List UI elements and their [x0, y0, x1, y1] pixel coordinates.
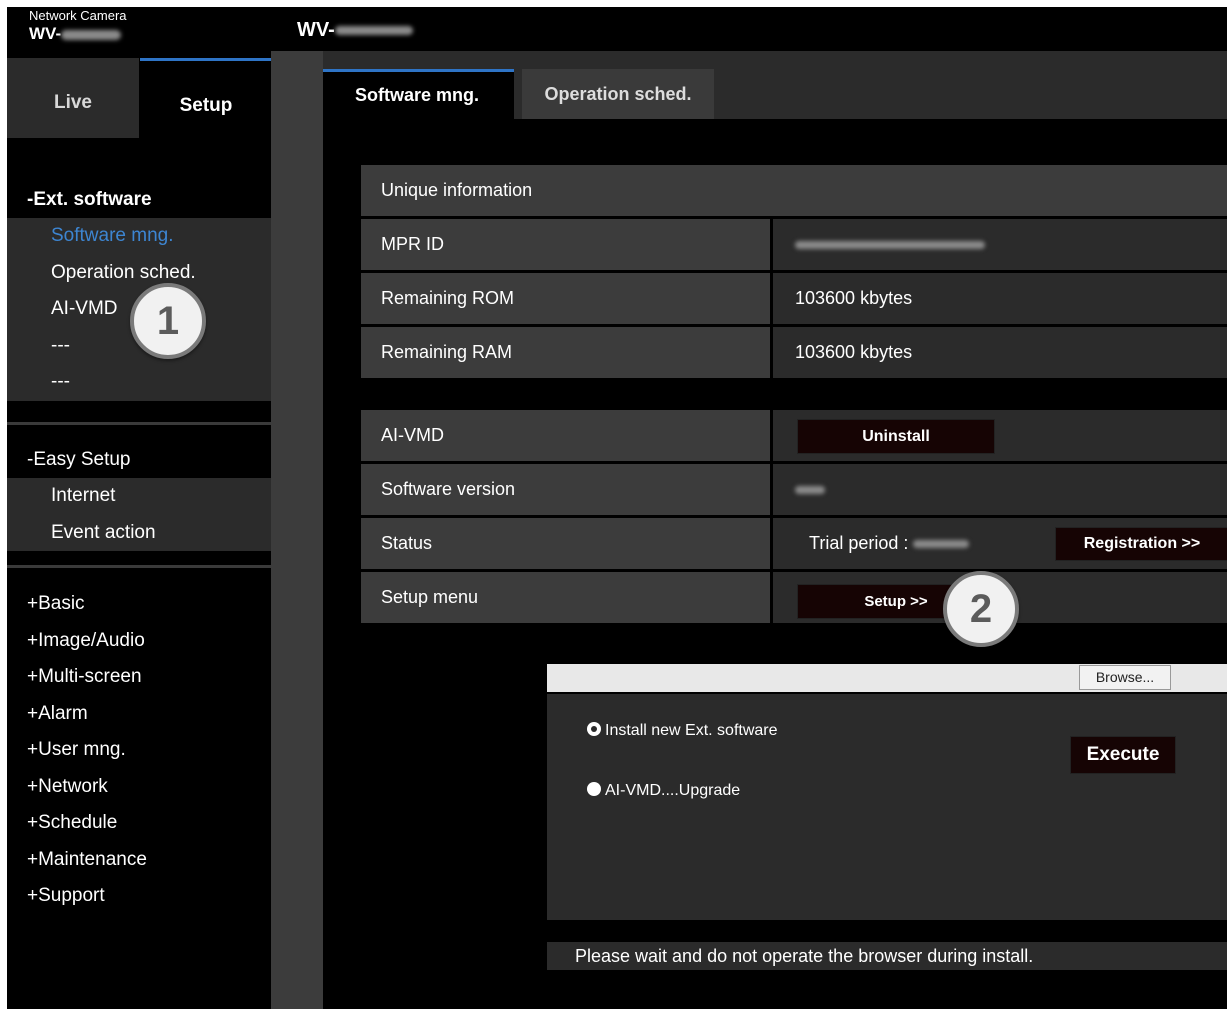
status-label: Status	[361, 518, 770, 569]
nav-software-mng[interactable]: Software mng.	[7, 218, 271, 255]
remaining-rom-row: Remaining ROM 103600 kbytes	[361, 273, 1227, 324]
tab-software-mng[interactable]: Software mng.	[323, 69, 514, 119]
camera-web-ui: Network Camera WV- WV- Live Setup -Ext. …	[7, 7, 1227, 1009]
easy-setup-section: -Easy Setup Internet Event action	[7, 442, 271, 551]
redacted-version	[795, 486, 825, 495]
easy-setup-heading[interactable]: -Easy Setup	[7, 442, 271, 478]
mode-tabs: Live Setup	[7, 58, 272, 138]
install-warning: Please wait and do not operate the brows…	[547, 942, 1227, 970]
uninstall-button[interactable]: Uninstall	[797, 419, 995, 454]
page-title: WV-	[297, 19, 413, 42]
tab-setup[interactable]: Setup	[140, 58, 272, 138]
remaining-ram-value: 103600 kbytes	[773, 327, 1227, 378]
nav-gutter	[271, 51, 323, 1009]
nav-support[interactable]: +Support	[27, 878, 105, 915]
tab-operation-sched[interactable]: Operation sched.	[522, 69, 714, 119]
mpr-id-row: MPR ID	[361, 219, 1227, 270]
redacted-trial-period	[913, 540, 970, 549]
nav-multi-screen[interactable]: +Multi-screen	[27, 659, 142, 696]
software-version-value	[773, 464, 1227, 515]
nav-user-mng[interactable]: +User mng.	[27, 732, 126, 769]
callout-2: 2	[943, 571, 1019, 647]
nav-placeholder-2[interactable]: ---	[7, 364, 271, 401]
header-left: Network Camera WV-	[7, 7, 271, 49]
main-panel: Software mng. Operation sched. Unique in…	[323, 51, 1227, 1009]
left-nav: Live Setup -Ext. software Software mng. …	[7, 51, 272, 1009]
radio-unselected-icon	[587, 782, 601, 796]
nav-internet[interactable]: Internet	[7, 478, 271, 515]
registration-button[interactable]: Registration >>	[1055, 527, 1227, 561]
nav-alarm[interactable]: +Alarm	[27, 696, 88, 733]
setup-menu-row: Setup menu	[361, 572, 1227, 623]
nav-schedule[interactable]: +Schedule	[27, 805, 117, 842]
app-name-label: AI-VMD	[361, 410, 770, 461]
redacted-mpr-id	[795, 241, 985, 250]
remaining-ram-row: Remaining RAM 103600 kbytes	[361, 327, 1227, 378]
nav-divider	[7, 565, 271, 568]
radio-selected-icon	[587, 722, 601, 736]
setup-menu-label: Setup menu	[361, 572, 770, 623]
tab-live[interactable]: Live	[7, 58, 139, 138]
execute-button[interactable]: Execute	[1070, 736, 1176, 774]
radio-upgrade[interactable]: AI-VMD....Upgrade	[587, 782, 740, 800]
ext-software-section: -Ext. software Software mng. Operation s…	[7, 182, 271, 401]
redacted-title	[334, 26, 413, 36]
nav-divider	[7, 422, 271, 425]
browse-button[interactable]: Browse...	[1079, 665, 1171, 690]
file-path-input[interactable]: Browse...	[547, 664, 1227, 692]
install-options-panel: Install new Ext. software AI-VMD....Upgr…	[547, 694, 1227, 920]
unique-info-heading: Unique information	[361, 165, 1227, 216]
radio-install-new[interactable]: Install new Ext. software	[587, 722, 778, 740]
ext-software-heading[interactable]: -Ext. software	[7, 182, 271, 218]
nav-basic[interactable]: +Basic	[27, 586, 85, 623]
content-tabs: Software mng. Operation sched.	[323, 51, 1227, 119]
remaining-rom-value: 103600 kbytes	[773, 273, 1227, 324]
remaining-rom-label: Remaining ROM	[361, 273, 770, 324]
mpr-id-label: MPR ID	[361, 219, 770, 270]
callout-1: 1	[130, 283, 206, 359]
model-name: WV-	[29, 24, 122, 44]
unique-info-header-row: Unique information	[361, 165, 1227, 216]
software-version-label: Software version	[361, 464, 770, 515]
software-version-row: Software version	[361, 464, 1227, 515]
product-type: Network Camera	[29, 8, 127, 23]
remaining-ram-label: Remaining RAM	[361, 327, 770, 378]
nav-maintenance[interactable]: +Maintenance	[27, 842, 147, 879]
nav-image-audio[interactable]: +Image/Audio	[27, 623, 145, 660]
redacted-model	[61, 29, 122, 40]
nav-event-action[interactable]: Event action	[7, 514, 271, 551]
mpr-id-value	[773, 219, 1227, 270]
nav-network[interactable]: +Network	[27, 769, 108, 806]
nav-operation-sched[interactable]: Operation sched.	[7, 254, 271, 291]
app-name-row: AI-VMD	[361, 410, 1227, 461]
